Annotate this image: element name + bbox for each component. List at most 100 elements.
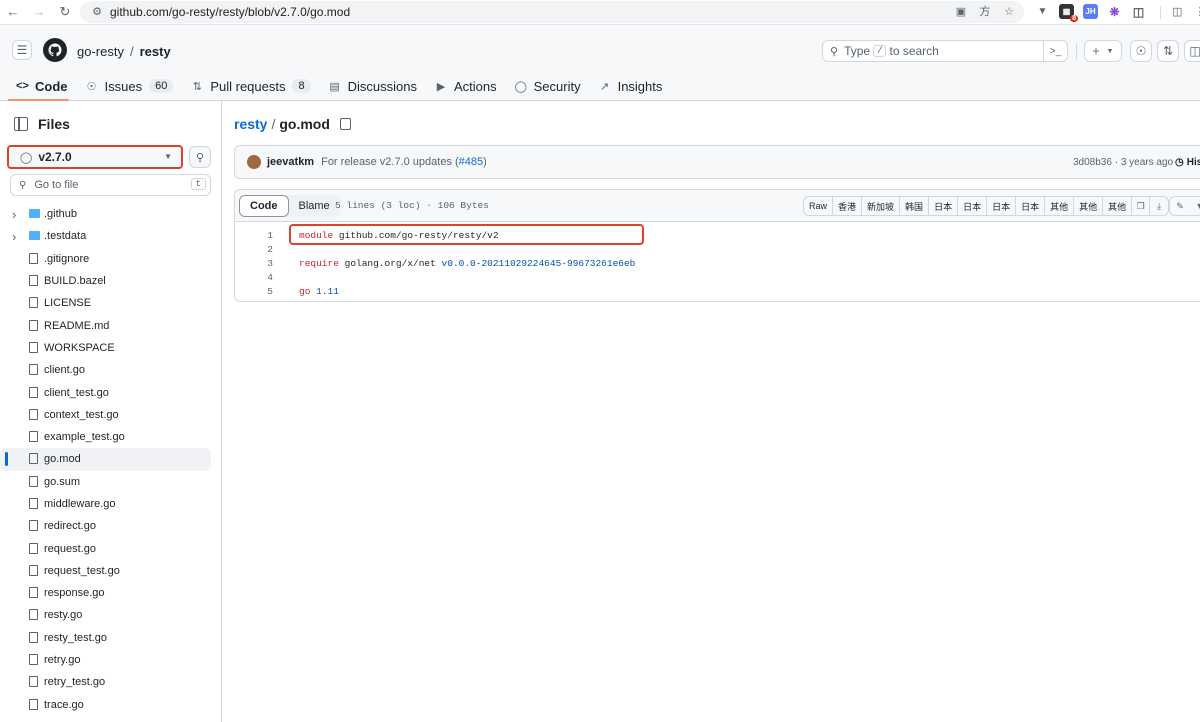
download-icon[interactable]: ⤓ — [1150, 197, 1168, 215]
commit-pr-link[interactable]: #485 — [459, 156, 483, 168]
blame-view-button[interactable]: Blame — [289, 195, 340, 217]
tree-file[interactable]: resty_test.go — [0, 627, 222, 649]
tree-item-label: response.go — [44, 587, 105, 600]
line-number[interactable]: 2 — [235, 244, 273, 255]
tree-file[interactable]: go.mod — [0, 448, 211, 471]
branch-selector[interactable]: ◯ v2.7.0 ▼ — [7, 145, 183, 169]
translate-button[interactable]: 日本 — [1016, 197, 1046, 215]
tree-file[interactable]: client.go — [0, 359, 222, 381]
forward-arrow-icon[interactable]: → — [32, 5, 46, 19]
tree-file[interactable]: retry_test.go — [0, 671, 222, 693]
reload-icon[interactable]: ↻ — [58, 5, 72, 19]
tree-file[interactable]: BUILD.bazel — [0, 270, 222, 292]
repo-name-link[interactable]: resty — [140, 44, 171, 59]
collapse-sidebar-icon[interactable] — [14, 117, 28, 131]
tree-file[interactable]: .gitignore — [0, 248, 222, 270]
copy-path-icon[interactable] — [339, 118, 351, 130]
line-number[interactable]: 1 — [235, 230, 273, 241]
tree-folder[interactable]: › .testdata — [0, 225, 222, 247]
site-settings-icon[interactable]: ⚙ — [90, 5, 104, 19]
translate-button[interactable]: 香港 — [833, 197, 863, 215]
pull-requests-button[interactable]: ⇅ — [1157, 40, 1179, 62]
back-arrow-icon[interactable]: ← — [6, 5, 20, 19]
github-logo-icon[interactable] — [43, 38, 67, 62]
tree-file[interactable]: LICENSE — [0, 292, 222, 314]
translate-button[interactable]: 其他 — [1074, 197, 1104, 215]
line-number[interactable]: 4 — [235, 272, 273, 283]
translate-button[interactable]: 日本 — [987, 197, 1017, 215]
command-palette-icon[interactable]: >_ — [1043, 40, 1067, 62]
tree-file[interactable]: WORKSPACE — [0, 337, 222, 359]
highlight-box — [289, 224, 644, 245]
raw-button[interactable]: Raw — [804, 197, 834, 215]
chevron-right-icon[interactable]: › — [12, 229, 16, 244]
spiral-extension-icon[interactable]: ❋ — [1107, 4, 1122, 19]
tree-file[interactable]: go.sum — [0, 471, 222, 493]
chevron-down-icon[interactable]: ▼ — [1190, 197, 1200, 215]
translate-button[interactable]: 其他 — [1103, 197, 1133, 215]
tab-pull-requests[interactable]: ⇅ Pull requests 8 — [182, 71, 319, 101]
tree-file[interactable]: request.go — [0, 537, 222, 559]
url-text[interactable]: github.com/go-resty/resty/blob/v2.7.0/go… — [110, 5, 350, 19]
tree-file[interactable]: example_test.go — [0, 426, 222, 448]
tree-item-label: redirect.go — [44, 520, 96, 533]
tree-file[interactable]: request_test.go — [0, 560, 222, 582]
tab-issues[interactable]: ☉ Issues 60 — [77, 71, 183, 101]
translate-button[interactable]: 日本 — [958, 197, 988, 215]
commit-author[interactable]: jeevatkm — [267, 156, 314, 168]
inbox-button[interactable]: ◫ — [1184, 40, 1200, 62]
commit-sha-time[interactable]: 3d08b36 · 3 years ago — [1073, 157, 1173, 168]
tab-security[interactable]: ◯ Security — [506, 71, 590, 101]
pencil-icon[interactable]: ✎ — [1170, 197, 1190, 215]
tree-file[interactable]: redirect.go — [0, 515, 222, 537]
file-icon — [29, 698, 39, 711]
tree-file[interactable]: response.go — [0, 582, 222, 604]
search-files-button[interactable]: ⚲ — [189, 146, 211, 168]
tree-file[interactable]: retry.go — [0, 649, 222, 671]
side-panel-icon[interactable]: ◫ — [1172, 5, 1182, 18]
copy-icon[interactable]: ❐ — [1132, 197, 1151, 215]
tab-insights[interactable]: ↗ Insights — [590, 71, 672, 101]
install-app-icon[interactable]: ▣ — [954, 4, 968, 18]
line-number[interactable]: 3 — [235, 258, 273, 269]
create-new-button[interactable]: + ▼ — [1084, 40, 1122, 62]
hamburger-menu-icon[interactable]: ☰ — [12, 40, 32, 60]
translate-button[interactable]: 其他 — [1045, 197, 1075, 215]
tree-file[interactable]: middleware.go — [0, 493, 222, 515]
line-number[interactable]: 5 — [235, 286, 273, 297]
chevron-right-icon[interactable]: › — [12, 207, 16, 222]
tree-item-label: .gitignore — [44, 252, 90, 265]
tree-folder[interactable]: › .github — [0, 203, 222, 225]
tree-file[interactable]: resty.go — [0, 604, 222, 626]
tab-pull-requests-label: Pull requests — [210, 78, 286, 94]
address-bar[interactable]: ⚙ github.com/go-resty/resty/blob/v2.7.0/… — [80, 1, 1024, 23]
history-button[interactable]: ◷ His — [1175, 157, 1200, 168]
translate-button[interactable]: 日本 — [929, 197, 959, 215]
extension-badge-icon[interactable]: ▦ 8 — [1059, 4, 1078, 22]
tree-file[interactable]: context_test.go — [0, 404, 222, 426]
code-view-button[interactable]: Code — [239, 195, 289, 217]
translate-button[interactable]: 新加坡 — [862, 197, 901, 215]
tree-file[interactable]: client_test.go — [0, 381, 222, 403]
commit-message[interactable]: For release v2.7.0 updates (#485) — [321, 156, 487, 168]
tree-item-label: README.md — [44, 319, 110, 332]
tree-file[interactable]: trace.go — [0, 694, 222, 716]
tab-discussions[interactable]: ▤ Discussions — [320, 71, 426, 101]
vue-devtools-extension-icon[interactable]: ▼ — [1035, 4, 1050, 19]
translate-button[interactable]: 韩国 — [900, 197, 930, 215]
menu-dots-icon[interactable]: ⋮ — [1194, 5, 1200, 18]
jh-extension-icon[interactable]: JH — [1083, 4, 1098, 19]
issues-button[interactable]: ☉ — [1130, 40, 1152, 62]
tree-file[interactable]: README.md — [0, 314, 222, 336]
file-tree: › .github › .testdata .gitignore BUILD.bazel L… — [0, 203, 222, 716]
go-to-file-input[interactable]: ⚲ Go to file t — [10, 174, 211, 196]
tab-actions[interactable]: ▶ Actions — [426, 71, 506, 101]
translate-icon[interactable]: 方 — [978, 4, 992, 18]
avatar[interactable] — [247, 155, 261, 169]
path-dir-link[interactable]: resty — [234, 116, 267, 132]
repo-owner-link[interactable]: go-resty — [77, 44, 124, 59]
tab-code[interactable]: <> Code — [0, 71, 77, 101]
extensions-puzzle-icon[interactable]: ◫ — [1131, 4, 1146, 19]
global-search-input[interactable]: ⚲ Type / to search >_ — [822, 40, 1068, 62]
bookmark-star-icon[interactable]: ☆ — [1002, 4, 1016, 18]
